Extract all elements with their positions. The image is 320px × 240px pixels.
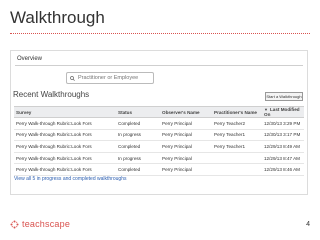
table-row[interactable]: Perry Walk-through Rubric:Look Fors Comp… <box>14 117 304 130</box>
cell-status: Completed <box>116 117 160 130</box>
cell-last-modified: 12/29/13 8:49 AM <box>262 140 304 153</box>
cell-status: Completed <box>116 140 160 153</box>
cell-practitioner: Perry Teacher1 <box>212 140 262 153</box>
search-input[interactable] <box>75 73 152 83</box>
view-all-walkthroughs-link[interactable]: View all 5 in progress and completed wal… <box>14 176 126 182</box>
cell-last-modified: 12/29/13 8:46 AM <box>262 163 304 176</box>
teachscape-logo-icon <box>10 220 19 228</box>
cell-observer: Perry Principal <box>160 152 212 165</box>
cell-survey: Perry Walk-through Rubric:Look Fors <box>14 152 116 165</box>
cell-observer: Perry Principal <box>160 163 212 176</box>
cell-practitioner <box>212 152 262 165</box>
cell-status: In progress <box>116 129 160 142</box>
cell-practitioner <box>212 163 262 176</box>
cell-survey: Perry Walk-through Rubric:Look Fors <box>14 140 116 153</box>
title-divider <box>10 33 310 34</box>
table-row[interactable]: Perry Walk-through Rubric:Look Fors Comp… <box>14 163 304 176</box>
column-header-status[interactable]: Status <box>116 106 160 118</box>
cell-last-modified: 12/29/13 8:47 AM <box>262 152 304 165</box>
table-row[interactable]: Perry Walk-through Rubric:Look Fors In p… <box>14 129 304 142</box>
column-header-practitioner[interactable]: Practitioner's Name <box>212 106 262 118</box>
teachscape-logo: teachscape <box>10 219 70 229</box>
cell-practitioner: Perry Teacher1 <box>212 129 262 142</box>
cell-practitioner: Perry Teacher2 <box>212 117 262 130</box>
column-header-last-modified[interactable]: ▼ Last Modified On <box>262 106 304 118</box>
cell-survey: Perry Walk-through Rubric:Look Fors <box>14 117 116 130</box>
cell-observer: Perry Principal <box>160 140 212 153</box>
teachscape-logo-text: teachscape <box>22 219 71 229</box>
table-row[interactable]: Perry Walk-through Rubric:Look Fors Comp… <box>14 140 304 153</box>
cell-observer: Perry Principal <box>160 129 212 142</box>
table-row[interactable]: Perry Walk-through Rubric:Look Fors In p… <box>14 152 304 165</box>
column-header-observer[interactable]: Observer's Name <box>160 106 212 118</box>
slide-title: Walkthrough <box>10 8 105 27</box>
cell-last-modified: 12/30/13 3:29 PM <box>262 117 304 130</box>
column-header-last-modified-label: Last Modified On <box>264 107 300 117</box>
table-header-row: Survey Status Observer's Name Practition… <box>14 106 304 118</box>
tab-overview[interactable]: Overview <box>15 55 303 66</box>
cell-survey: Perry Walk-through Rubric:Look Fors <box>14 163 116 176</box>
column-header-survey[interactable]: Survey <box>14 106 116 118</box>
cell-observer: Perry Principal <box>160 117 212 130</box>
search-box[interactable] <box>66 72 154 84</box>
start-walkthrough-button[interactable]: Start a Walkthrough <box>265 92 303 101</box>
cell-status: In progress <box>116 152 160 165</box>
walkthrough-panel: Overview Recent Walkthroughs Start a Wal… <box>10 50 308 195</box>
walkthroughs-table: Survey Status Observer's Name Practition… <box>14 106 304 176</box>
cell-survey: Perry Walk-through Rubric:Look Fors <box>14 129 116 142</box>
cell-last-modified: 12/30/13 3:17 PM <box>262 129 304 142</box>
recent-walkthroughs-heading: Recent Walkthroughs <box>13 90 90 99</box>
page-number: 4 <box>306 221 310 228</box>
tab-overview-label: Overview <box>17 56 43 62</box>
cell-status: Completed <box>116 163 160 176</box>
